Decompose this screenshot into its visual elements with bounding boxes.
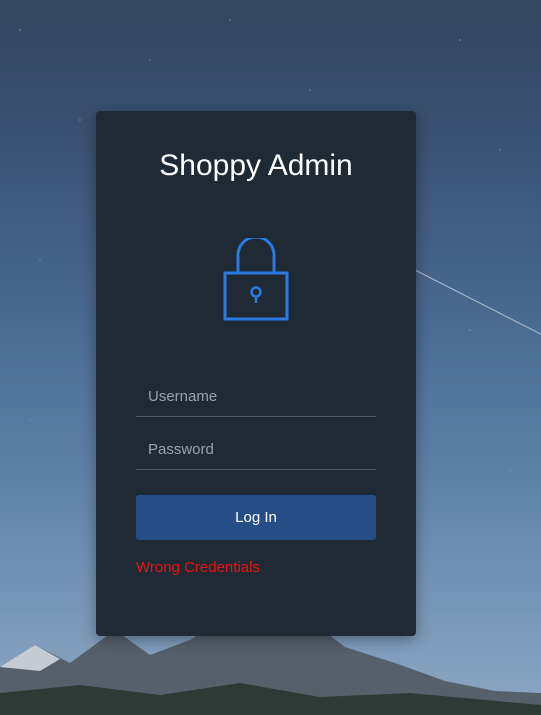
login-title: Shoppy Admin	[159, 149, 353, 182]
username-input[interactable]	[136, 376, 376, 416]
login-card: Shoppy Admin Log In Wrong Credentials	[96, 111, 416, 636]
lock-icon	[223, 238, 289, 321]
password-input[interactable]	[136, 429, 376, 469]
username-field	[136, 376, 376, 417]
login-button[interactable]: Log In	[136, 495, 376, 540]
password-field	[136, 429, 376, 470]
error-message: Wrong Credentials	[136, 559, 260, 576]
